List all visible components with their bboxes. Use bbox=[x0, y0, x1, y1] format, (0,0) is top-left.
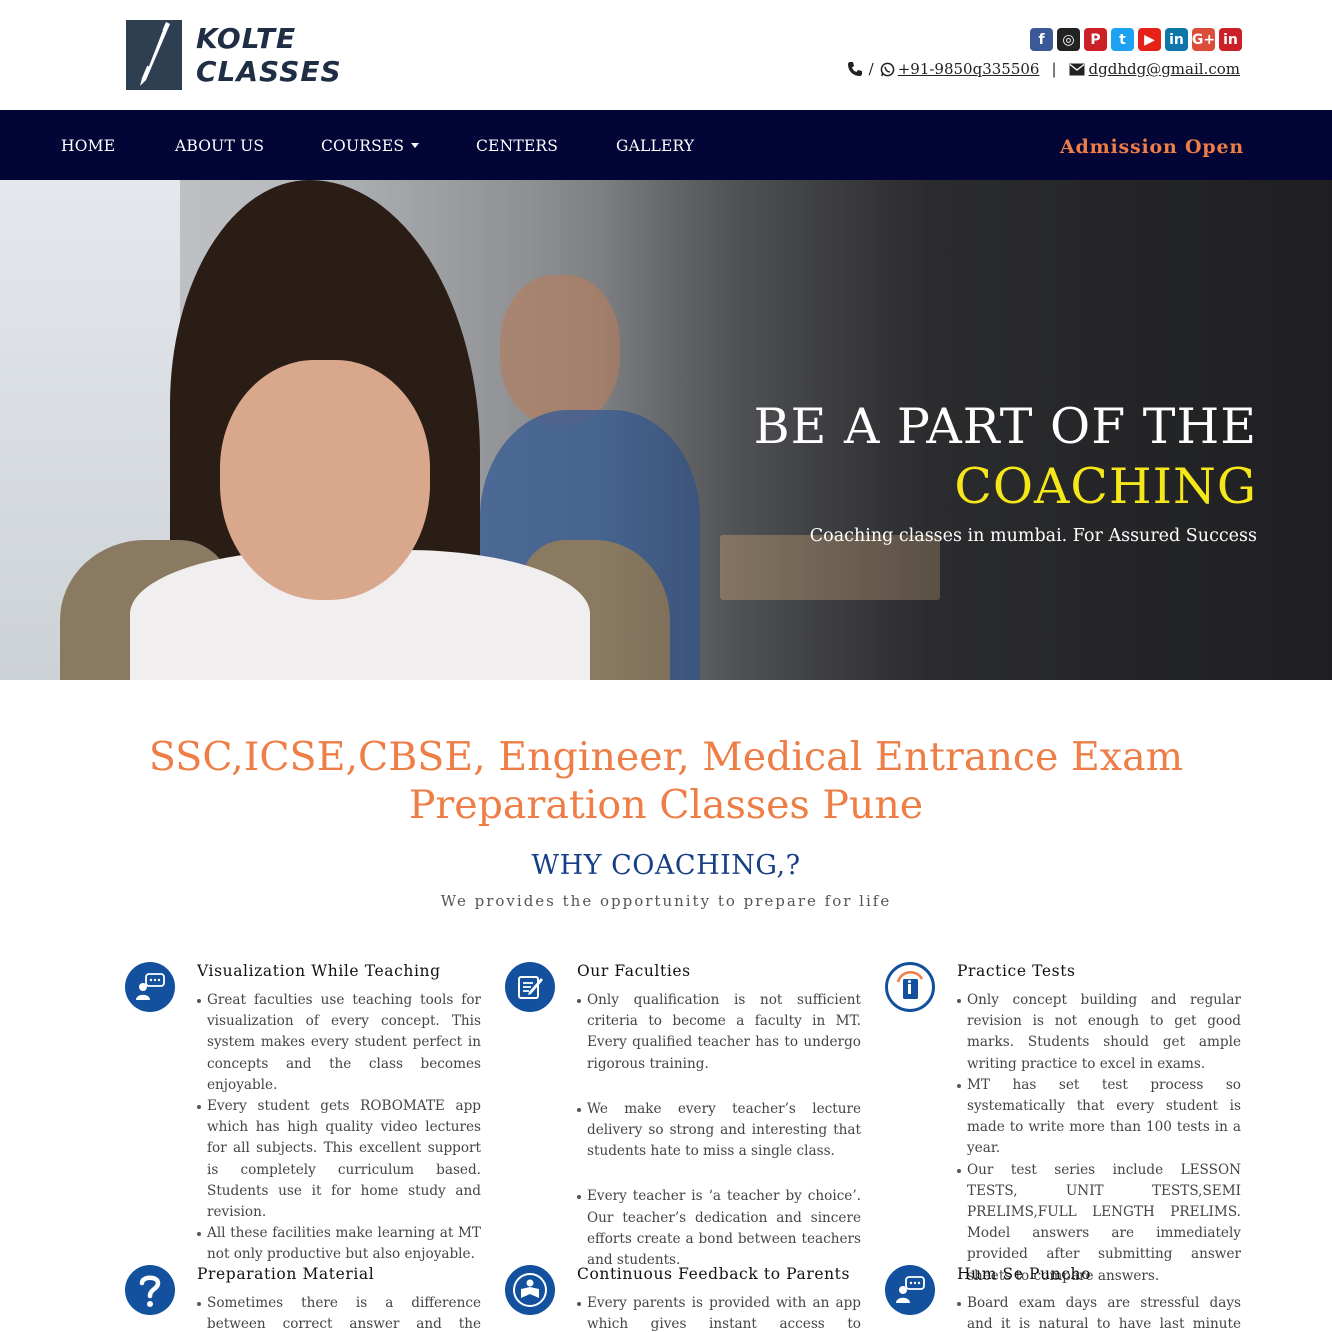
book-info-icon bbox=[885, 962, 935, 1012]
feature-list: Board exam days are stressful days and i… bbox=[957, 1293, 1241, 1332]
nav-home[interactable]: HOME bbox=[61, 110, 115, 180]
envelope-icon bbox=[1069, 63, 1085, 76]
facebook-icon[interactable]: f bbox=[1030, 28, 1053, 51]
hero-subtitle: Coaching classes in mumbai. For Assured … bbox=[809, 526, 1257, 546]
list-item: MT has set test process so systematicall… bbox=[957, 1075, 1241, 1160]
linkedin-icon-2[interactable]: in bbox=[1219, 28, 1242, 51]
feature-title: Preparation Material bbox=[197, 1265, 375, 1283]
logo-text: KOLTE CLASSES bbox=[196, 22, 342, 88]
whatsapp-icon bbox=[880, 62, 895, 77]
feature-list: Only qualification is not sufficient cri… bbox=[577, 990, 861, 1295]
list-item: Only qualification is not sufficient cri… bbox=[577, 990, 861, 1075]
feature-title: Continuous Feedback to Parents bbox=[577, 1265, 851, 1283]
list-item: Every parents is provided with an app wh… bbox=[577, 1293, 861, 1332]
page-title: SSC,ICSE,CBSE, Engineer, Medical Entranc… bbox=[0, 733, 1332, 829]
linkedin-icon[interactable]: in bbox=[1165, 28, 1188, 51]
list-item: Every student gets ROBOMATE app which ha… bbox=[197, 1096, 481, 1223]
nav-courses-dropdown[interactable]: COURSES bbox=[321, 110, 420, 180]
top-header: KOLTE CLASSES f ◎ Pt ▶ in G+ in / +91-9850q335… bbox=[0, 0, 1332, 110]
feature-title: Our Faculties bbox=[577, 962, 691, 980]
feature-list: Every parents is provided with an app wh… bbox=[577, 1293, 861, 1332]
question-mark-icon bbox=[125, 1265, 175, 1315]
list-item: All these facilities make learning at MT… bbox=[197, 1223, 481, 1265]
feature-title: Visualization While Teaching bbox=[197, 962, 441, 980]
logo-line-1: KOLTE bbox=[196, 22, 297, 55]
twitter-icon[interactable]: t bbox=[1111, 28, 1134, 51]
reading-student-icon bbox=[505, 1265, 555, 1315]
contact-divider: | bbox=[1051, 60, 1057, 78]
hero-banner: BE A PART OF THE COACHING Coaching class… bbox=[0, 180, 1332, 680]
list-item: We make every teacher’s lecture delivery… bbox=[577, 1099, 861, 1163]
page-title-line-1: SSC,ICSE,CBSE, Engineer, Medical Entranc… bbox=[148, 734, 1184, 780]
contact-bar: / +91-9850q335506 | dgdhdg@gmail.com bbox=[847, 60, 1240, 78]
email-address: dgdhdg@gmail.com bbox=[1088, 60, 1240, 78]
why-coaching-heading: WHY COACHING,? bbox=[531, 850, 801, 881]
phone-number: +91-9850q335506 bbox=[897, 60, 1040, 78]
list-item: Every teacher is ‘a teacher by choice’. … bbox=[577, 1186, 861, 1271]
list-item: Board exam days are stressful days and i… bbox=[957, 1293, 1241, 1332]
list-item: Only concept building and regular revisi… bbox=[957, 990, 1241, 1075]
why-coaching-subtitle: We provides the opportunity to prepare f… bbox=[440, 892, 892, 910]
caret-down-icon bbox=[411, 143, 420, 148]
instagram-icon[interactable]: ◎ bbox=[1057, 28, 1080, 51]
feature-title: Hum Se Puncho bbox=[957, 1265, 1092, 1283]
social-links: f ◎ Pt ▶ in G+ in bbox=[1030, 28, 1242, 51]
page-title-line-2: Preparation Classes Pune bbox=[408, 782, 924, 828]
feature-title: Practice Tests bbox=[957, 962, 1076, 980]
chat-teacher-icon bbox=[885, 1265, 935, 1315]
hero-heading-line-2: COACHING bbox=[954, 458, 1257, 515]
pinterest-icon[interactable]: P bbox=[1084, 28, 1107, 51]
nav-gallery[interactable]: GALLERY bbox=[616, 110, 694, 180]
edit-document-icon bbox=[505, 962, 555, 1012]
nav-courses-label: COURSES bbox=[321, 137, 405, 155]
list-item: Great faculties use teaching tools for v… bbox=[197, 990, 481, 1096]
site-logo[interactable]: KOLTE CLASSES bbox=[126, 20, 341, 90]
nav-about-us[interactable]: ABOUT US bbox=[175, 110, 264, 180]
logo-line-2: CLASSES bbox=[196, 55, 342, 88]
contact-separator: / bbox=[868, 60, 874, 78]
feature-list: Only concept building and regular revisi… bbox=[957, 990, 1241, 1287]
list-item: Sometimes there is a difference between … bbox=[197, 1293, 481, 1332]
pen-nib-logo-icon bbox=[126, 20, 182, 90]
phone-icon bbox=[847, 61, 863, 77]
nav-centers[interactable]: CENTERS bbox=[476, 110, 558, 180]
feature-list: Sometimes there is a difference between … bbox=[197, 1293, 481, 1332]
hero-heading-line-1: BE A PART OF THE bbox=[753, 398, 1257, 455]
youtube-icon[interactable]: ▶ bbox=[1138, 28, 1161, 51]
google-plus-icon[interactable]: G+ bbox=[1192, 28, 1215, 51]
feature-list: Great faculties use teaching tools for v… bbox=[197, 990, 481, 1266]
chat-teacher-icon bbox=[125, 962, 175, 1012]
main-navbar: HOME ABOUT US COURSES CENTERS GALLERY Ad… bbox=[0, 110, 1332, 180]
admission-open-link[interactable]: Admission Open bbox=[1060, 110, 1244, 184]
whatsapp-phone-link[interactable]: +91-9850q335506 bbox=[880, 60, 1040, 78]
email-link[interactable]: dgdhdg@gmail.com bbox=[1069, 60, 1240, 78]
